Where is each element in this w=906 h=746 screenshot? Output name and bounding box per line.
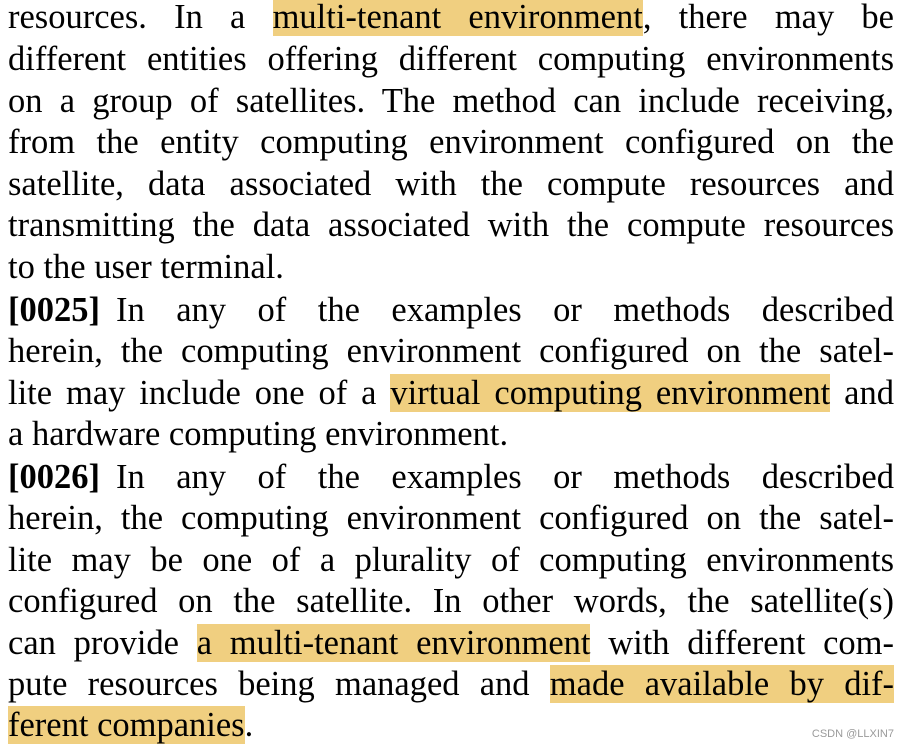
text-line: different entities offering different co… xyxy=(8,38,894,80)
text-line: on a group of satellites. The method can… xyxy=(8,80,894,122)
text-span: In any of the examples or methods descri… xyxy=(116,291,894,329)
text-line: lite may be one of a plurality of comput… xyxy=(8,539,894,581)
text-span: . xyxy=(245,706,254,744)
text-line: resources. In a multi-tenant environment… xyxy=(8,0,894,38)
text-line: herein, the computing environment config… xyxy=(8,330,894,372)
text-span: and xyxy=(830,374,894,412)
text-line: herein, the computing environment config… xyxy=(8,497,894,539)
paragraph-number: [0026] xyxy=(8,458,100,496)
text-span: In any of the examples or methods descri… xyxy=(116,458,894,496)
text-span: with different com- xyxy=(590,624,894,662)
paragraph-0026-first-line: [0026] In any of the examples or methods … xyxy=(8,456,894,498)
text-line: ferent companies. xyxy=(8,704,894,746)
text-span: can provide xyxy=(8,624,197,662)
highlighted-phrase: ferent companies xyxy=(8,706,245,744)
text-line: transmitting the data associated with th… xyxy=(8,204,894,246)
watermark: CSDN @LLXIN7 xyxy=(812,728,894,740)
text-span: pute resources being managed and xyxy=(8,665,550,703)
text-line: configured on the satellite. In other wo… xyxy=(8,580,894,622)
highlighted-phrase: virtual computing environment xyxy=(390,374,830,412)
text-line: to the user terminal. xyxy=(8,246,894,288)
paragraph-0025-first-line: [0025] In any of the examples or methods … xyxy=(8,289,894,331)
highlighted-phrase: multi-tenant environment xyxy=(273,0,643,36)
text-line: satellite, data associated with the comp… xyxy=(8,163,894,205)
text-span: lite may include one of a xyxy=(8,374,390,412)
text-line: a hardware computing environment. xyxy=(8,413,894,455)
highlighted-phrase: made available by dif- xyxy=(550,665,894,703)
text-line: from the entity computing environment co… xyxy=(8,121,894,163)
highlighted-phrase: a multi-tenant environment xyxy=(197,624,591,662)
document-page: resources. In a multi-tenant environment… xyxy=(0,0,906,746)
text-line: can provide a multi-tenant environment w… xyxy=(8,622,894,664)
text-line: pute resources being managed and made av… xyxy=(8,663,894,705)
text-span: , there may be xyxy=(643,0,894,36)
text-line: lite may include one of a virtual comput… xyxy=(8,372,894,414)
paragraph-number: [0025] xyxy=(8,291,100,329)
text-span: resources. In a xyxy=(8,0,273,36)
